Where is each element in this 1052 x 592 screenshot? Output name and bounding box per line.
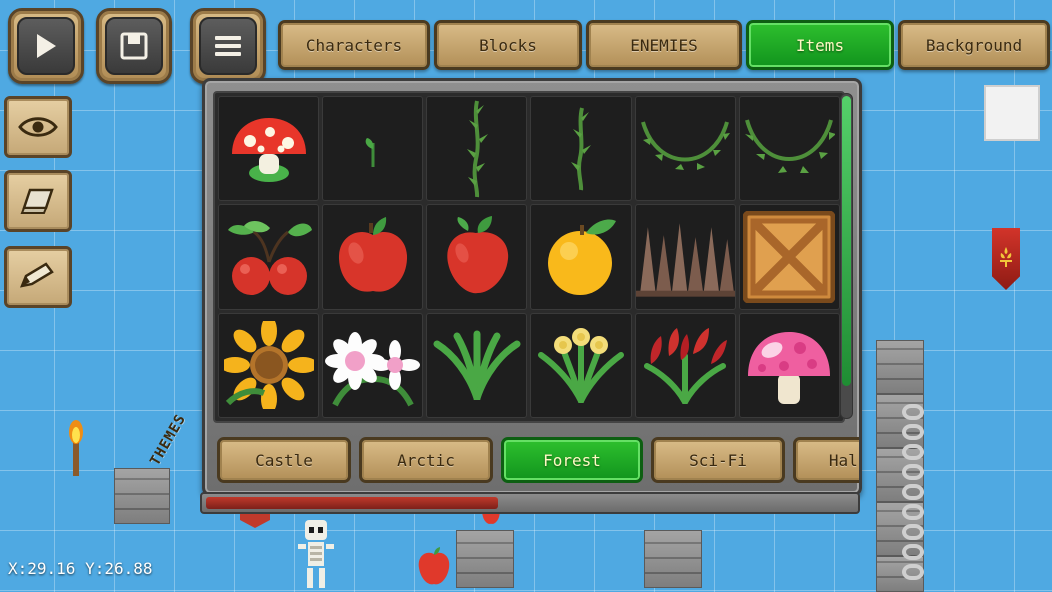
item-thorn-vine[interactable]: [426, 96, 528, 202]
theme-label: Forest: [543, 450, 601, 470]
game-canvas[interactable]: Characters Blocks ENEMIES Items Backgrou…: [0, 0, 1052, 592]
pink-mushroom-icon: [748, 332, 831, 405]
chain-decoration: [902, 464, 924, 480]
chain-decoration: [902, 504, 924, 520]
theme-label: Castle: [255, 450, 313, 470]
visibility-tool[interactable]: [4, 96, 72, 158]
bottom-progress-bar[interactable]: [200, 492, 860, 514]
theme-tab-forest[interactable]: Forest: [501, 437, 643, 483]
white-flowers-icon: [324, 332, 420, 407]
item-vine-garland[interactable]: [634, 96, 736, 202]
chain-decoration: [902, 484, 924, 500]
apple-pickup[interactable]: [414, 546, 454, 588]
tab-label: Background: [925, 35, 1023, 55]
torch-decoration: [69, 420, 83, 476]
chain-decoration: [902, 524, 924, 540]
stone-block[interactable]: [644, 530, 702, 588]
red-coral-plant-icon: [644, 328, 728, 405]
item-red-mushroom[interactable]: [218, 96, 320, 202]
theme-tab-halloween[interactable]: Hallo: [793, 437, 859, 483]
yellow-flowers-icon: [538, 328, 625, 404]
tab-enemies[interactable]: ENEMIES: [586, 20, 742, 70]
item-grass-tuft[interactable]: [426, 312, 528, 418]
progress-fill: [206, 497, 498, 509]
tab-characters[interactable]: Characters: [278, 20, 430, 70]
chain-decoration: [902, 564, 924, 580]
orange-icon: [548, 219, 617, 295]
thorn-garland-icon: [745, 119, 836, 173]
tab-blocks[interactable]: Blocks: [434, 20, 582, 70]
tab-items[interactable]: Items: [746, 20, 894, 70]
cherries-icon: [227, 220, 312, 295]
red-mushroom-icon: [231, 117, 306, 182]
item-orange[interactable]: [530, 204, 632, 310]
item-white-flowers[interactable]: [322, 312, 424, 418]
white-platform[interactable]: [984, 85, 1040, 141]
tab-label: Characters: [305, 35, 403, 55]
grass-tuft-icon: [433, 330, 521, 401]
hamburger-menu-icon: [215, 36, 241, 56]
themes-vertical-label: THEMES: [147, 411, 190, 469]
items-panel: Castle Arctic Forest Sci-Fi Hallo: [202, 78, 862, 496]
sprout-icon: [365, 137, 375, 167]
item-sunflower[interactable]: [218, 312, 320, 418]
menu-button[interactable]: [190, 8, 266, 84]
stone-block[interactable]: [456, 530, 514, 588]
fleur-de-lis-icon: [1000, 247, 1012, 267]
play-button[interactable]: [8, 8, 84, 84]
tab-label: Items: [795, 35, 845, 55]
stone-block[interactable]: [114, 468, 170, 524]
save-button[interactable]: [96, 8, 172, 84]
play-icon: [37, 34, 56, 58]
chain-decoration: [902, 424, 924, 440]
apple-icon: [338, 216, 407, 292]
items-grid: [213, 91, 845, 423]
coordinates-readout: X:29.16 Y:26.88: [8, 559, 153, 578]
wooden-crate-icon: [743, 210, 836, 303]
theme-tab-row: Castle Arctic Forest Sci-Fi Hallo: [211, 433, 859, 489]
theme-label: Hallo: [828, 450, 859, 470]
theme-label: Sci-Fi: [689, 450, 747, 470]
tab-label: Blocks: [479, 35, 537, 55]
theme-label: Arctic: [397, 450, 455, 470]
item-wooden-crate[interactable]: [738, 204, 840, 310]
theme-tab-arctic[interactable]: Arctic: [359, 437, 493, 483]
eye-icon: [18, 117, 58, 137]
item-red-coral-plant[interactable]: [634, 312, 736, 418]
item-apple[interactable]: [322, 204, 424, 310]
chain-decoration: [902, 444, 924, 460]
thorn-vine-icon: [466, 100, 488, 197]
pencil-tool[interactable]: [4, 246, 72, 308]
item-thorn-branch[interactable]: [530, 96, 632, 202]
eraser-tool[interactable]: [4, 170, 72, 232]
pencil-icon: [19, 262, 54, 288]
sunflower-icon: [223, 321, 314, 410]
scrollbar-thumb[interactable]: [842, 96, 851, 386]
vine-garland-icon: [641, 121, 731, 170]
tab-background[interactable]: Background: [898, 20, 1050, 70]
item-cherries[interactable]: [218, 204, 320, 310]
skeleton-character[interactable]: [292, 516, 340, 592]
theme-tab-scifi[interactable]: Sci-Fi: [651, 437, 785, 483]
strawberry-icon: [447, 215, 509, 294]
items-panel-scrollbar[interactable]: [840, 93, 853, 419]
stone-block[interactable]: [876, 340, 924, 394]
eraser-icon: [20, 188, 54, 214]
item-yellow-flowers[interactable]: [530, 312, 632, 418]
item-pink-mushroom[interactable]: [738, 312, 840, 418]
item-thorn-garland[interactable]: [738, 96, 840, 202]
wooden-spikes-icon: [635, 223, 735, 297]
chain-decoration: [902, 404, 924, 420]
item-wooden-spikes[interactable]: [634, 204, 736, 310]
floppy-disk-icon: [120, 32, 148, 60]
item-strawberry[interactable]: [426, 204, 528, 310]
theme-tab-castle[interactable]: Castle: [217, 437, 351, 483]
thorn-branch-icon: [571, 107, 592, 190]
item-sprout[interactable]: [322, 96, 424, 202]
tab-label: ENEMIES: [630, 35, 698, 55]
stone-block[interactable]: [876, 394, 924, 448]
chain-decoration: [902, 544, 924, 560]
